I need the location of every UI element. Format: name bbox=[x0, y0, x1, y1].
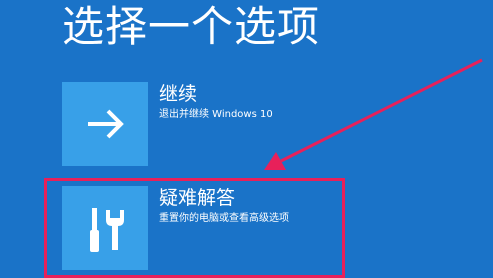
pointer-arrow-annotation bbox=[264, 58, 483, 170]
